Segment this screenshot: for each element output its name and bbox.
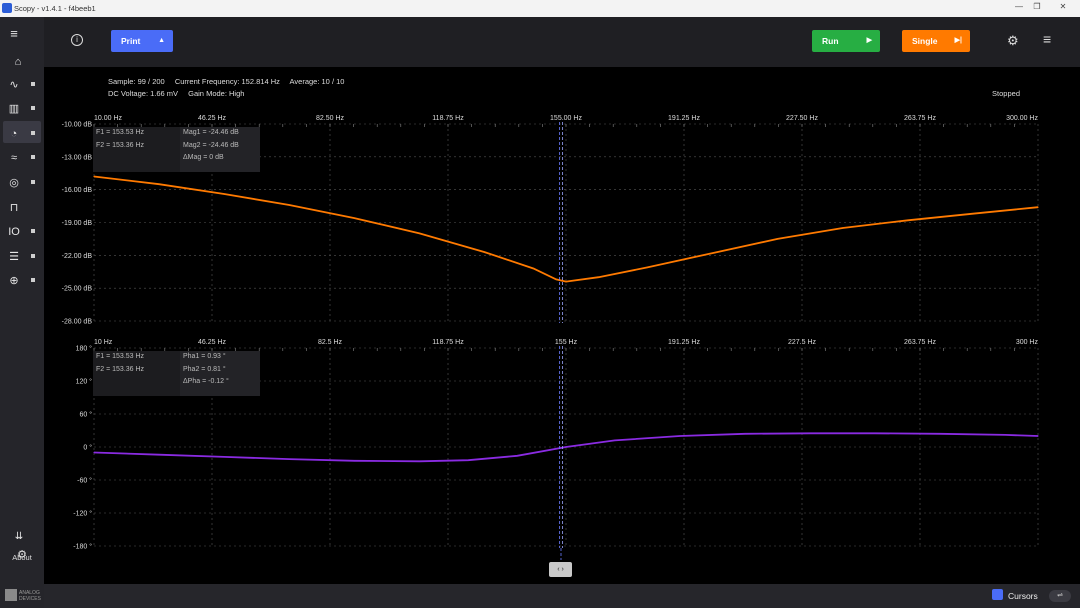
dc-voltage: DC Voltage: 1.66 mV — [108, 89, 179, 98]
pha-readout-f2: F2 = 153.36 Hz — [96, 365, 145, 373]
hamburger-menu-icon[interactable]: ≡ — [6, 26, 22, 42]
tool-status-dot — [31, 229, 35, 233]
window-title: Scopy - v1.4.1 - f4beeb1 — [14, 3, 96, 13]
play-icon: ▶ — [866, 37, 872, 44]
voltmeter-icon[interactable]: ◎ — [6, 175, 22, 191]
cursor-settings-icon[interactable]: ⇌ — [1049, 590, 1071, 602]
single-button[interactable]: Single ▶| — [902, 30, 970, 52]
tool-toolbar: i Print ▲ Run ▶ Single ▶| ⚙ ≡ — [44, 17, 1080, 67]
general-settings-menu-icon[interactable]: ≡ — [1043, 32, 1051, 46]
maximize-icon[interactable]: ❐ — [1030, 2, 1044, 14]
print-button[interactable]: Print ▲ — [111, 30, 173, 52]
pha-readout-delta: ΔPha = -0.12 ° — [183, 378, 229, 385]
tool-status-dot — [31, 106, 35, 110]
average-count: Average: 10 / 10 — [289, 77, 345, 86]
pha-readout-pha1: Pha1 = 0.93 ° — [183, 353, 226, 360]
analog-devices-logo: ANALOG DEVICES — [5, 587, 41, 605]
mag-readout-mag2: Mag2 = -24.46 dB — [183, 141, 239, 149]
spectrum-analyzer-icon[interactable]: ▥ — [6, 101, 22, 117]
mag-readout-mag1: Mag1 = -24.46 dB — [183, 129, 239, 136]
magnitude-cursor-readout: F1 = 153.53 Hz F2 = 153.36 Hz Mag1 = -24… — [93, 127, 260, 172]
tool-status-dot — [31, 82, 35, 86]
pha-readout-f1: F1 = 153.53 Hz — [96, 353, 145, 360]
mag-readout-f1: F1 = 153.53 Hz — [96, 129, 145, 136]
signal-generator-icon[interactable]: ≈ — [6, 150, 22, 166]
cursors-checkbox[interactable] — [992, 589, 1003, 600]
power-supply-icon[interactable]: ☰ — [6, 249, 22, 265]
mag-readout-delta: ΔMag = 0 dB — [183, 154, 224, 161]
acquisition-info: Sample: 99 / 200 Current Frequency: 152.… — [108, 76, 352, 100]
plot-scroll-handle[interactable]: ‹ › — [549, 562, 572, 577]
close-icon[interactable]: ✕ — [1056, 2, 1070, 14]
pha-readout-pha2: Pha2 = 0.81 ° — [183, 365, 226, 373]
home-icon[interactable]: ⌂ — [10, 54, 26, 70]
gain-mode: Gain Mode: High — [188, 89, 245, 98]
tool-status-dot — [31, 254, 35, 258]
mag-readout-f2: F2 = 153.36 Hz — [96, 141, 145, 149]
cursors-label: Cursors — [1008, 591, 1038, 601]
tool-status-dot — [31, 278, 35, 282]
logic-analyzer-icon[interactable]: ⊕ — [6, 273, 22, 289]
bottom-bar — [44, 584, 1080, 608]
connect-devices-icon[interactable]: ⇊ — [11, 529, 27, 545]
minimize-icon[interactable]: — — [1012, 2, 1026, 14]
adi-logo-icon — [5, 589, 17, 601]
run-state: Stopped — [992, 89, 1020, 98]
about-link[interactable]: About — [0, 553, 44, 562]
tool-status-dot — [31, 155, 35, 159]
network-analyzer-icon[interactable]: ◔ — [6, 126, 22, 142]
oscilloscope-icon[interactable]: ∿ — [6, 77, 22, 93]
app-icon — [2, 3, 12, 13]
current-frequency: Current Frequency: 152.814 Hz — [174, 77, 280, 86]
single-shot-icon: ▶| — [954, 37, 962, 44]
run-button[interactable]: Run ▶ — [812, 30, 880, 52]
info-icon[interactable]: i — [71, 34, 83, 46]
pattern-generator-icon[interactable]: ⊓ — [6, 200, 22, 216]
phase-cursor-readout: F1 = 153.53 Hz F2 = 153.36 Hz Pha1 = 0.9… — [93, 351, 260, 396]
tool-sidebar: ≡ ⌂ ∿ ▥ ◔ ≈ ◎ ⊓ IO ☰ ⊕ ⇊ ⚙ — [0, 17, 44, 608]
tool-status-dot — [31, 180, 35, 184]
settings-gear-icon[interactable]: ⚙ — [1007, 34, 1019, 47]
sample-count: Sample: 99 / 200 — [108, 77, 165, 86]
print-options-icon: ▲ — [158, 37, 165, 44]
digital-io-icon[interactable]: IO — [6, 224, 22, 240]
title-bar: Scopy - v1.4.1 - f4beeb1 — ❐ ✕ — [0, 0, 1080, 17]
tool-status-dot — [31, 131, 35, 135]
